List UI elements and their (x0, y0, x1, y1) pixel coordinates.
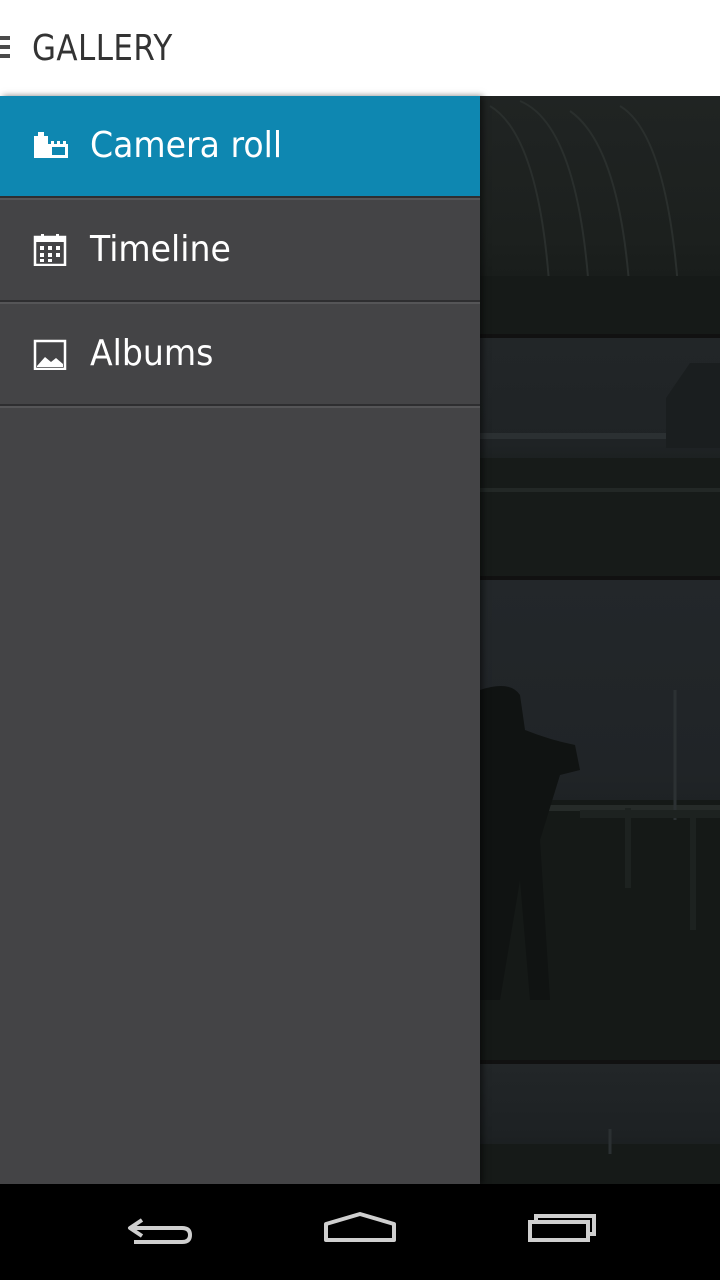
picture-icon (32, 338, 70, 371)
navigation-drawer: Camera roll Timeline Albums (0, 96, 480, 1184)
home-icon[interactable] (320, 1206, 400, 1256)
photo-grid (480, 96, 720, 1184)
system-nav-bar (0, 1184, 720, 1280)
drawer-item-camera-roll[interactable]: Camera roll (0, 96, 480, 196)
photo-thumbnail[interactable] (480, 96, 720, 334)
camera-roll-icon (32, 130, 70, 162)
app-title[interactable]: GALLERY (32, 26, 173, 72)
drawer-item-timeline[interactable]: Timeline (0, 200, 480, 300)
photo-thumbnail[interactable] (480, 338, 720, 576)
calendar-icon (32, 234, 70, 267)
drawer-item-label: Albums (90, 333, 214, 374)
drawer-item-albums[interactable]: Albums (0, 304, 480, 404)
recent-apps-icon[interactable] (522, 1206, 602, 1256)
gallery-app: GALLERY Camera roll Timeline Albums (0, 0, 720, 1280)
photo-thumbnail[interactable] (480, 580, 720, 1060)
divider (0, 404, 480, 408)
hamburger-menu-icon[interactable] (0, 36, 10, 62)
action-bar: GALLERY (0, 0, 720, 96)
back-icon[interactable] (120, 1206, 200, 1256)
photo-thumbnail[interactable] (480, 1064, 720, 1184)
drawer-item-label: Camera roll (90, 125, 283, 166)
drawer-item-label: Timeline (90, 229, 231, 270)
